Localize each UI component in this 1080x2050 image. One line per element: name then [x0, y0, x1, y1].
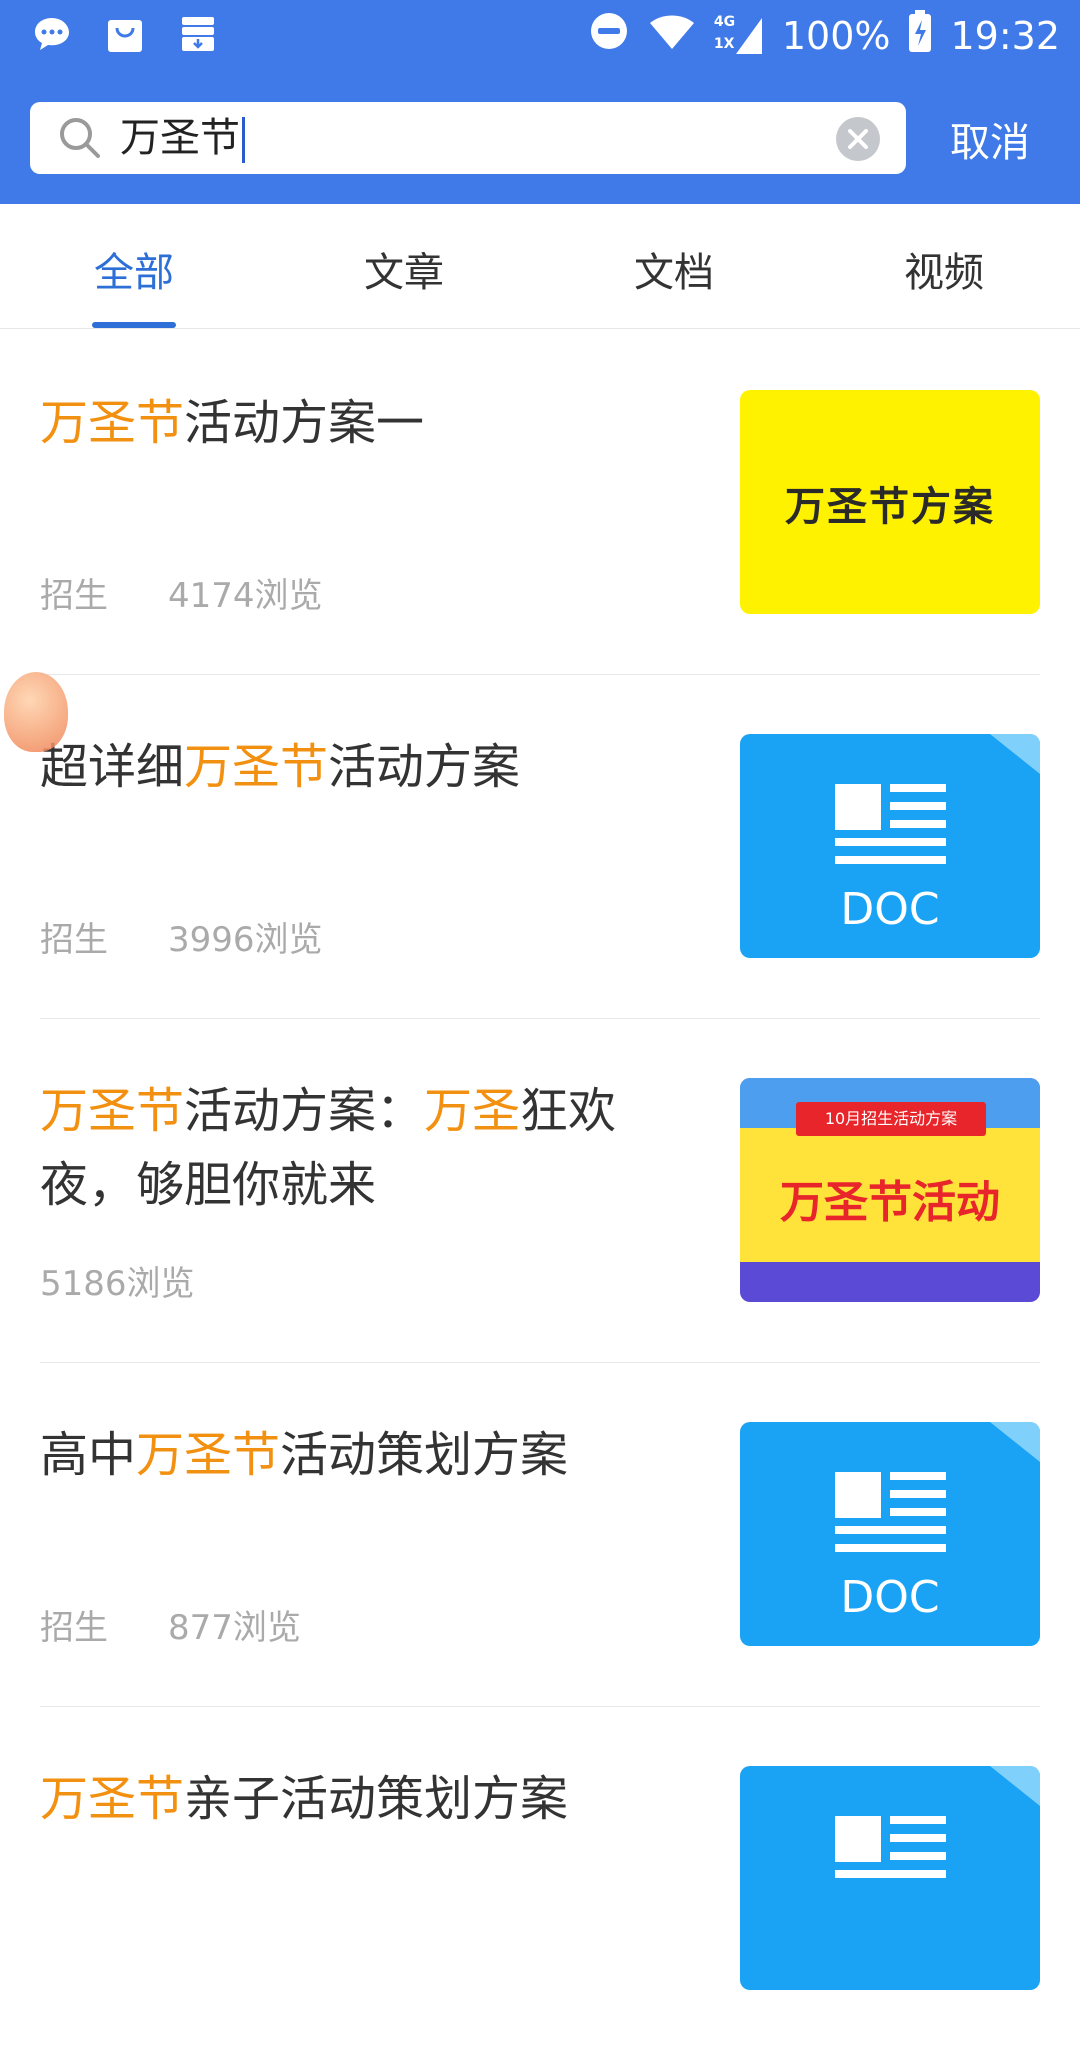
title-highlight: 万圣节 — [40, 1083, 185, 1139]
list-item[interactable]: 高中万圣节活动策划方案 招生 877浏览 DOC — [40, 1362, 1040, 1707]
result-tabs: 全部 文章 文档 视频 — [0, 204, 1080, 329]
shopping-bag-icon — [106, 14, 144, 58]
search-input[interactable]: 万圣节 — [30, 102, 906, 174]
title-text: 活动方案： — [184, 1083, 425, 1139]
doc-file-icon — [740, 1766, 1040, 1990]
search-query[interactable]: 万圣节 — [120, 112, 245, 164]
battery-level: 100% — [781, 13, 891, 58]
status-bar: 4G 1X 100% 19:32 — [0, 0, 1080, 76]
list-item[interactable]: 超详细万圣节活动方案 招生 3996浏览 DOC — [40, 674, 1040, 1019]
text-caret — [242, 117, 245, 163]
tab-videos[interactable]: 视频 — [904, 240, 984, 298]
result-title: 超详细万圣节活动方案 — [40, 730, 690, 804]
floating-lantern-icon — [4, 672, 68, 752]
result-meta: 招生 3996浏览 — [40, 912, 323, 961]
title-highlight: 万圣节 — [40, 1771, 185, 1827]
doc-file-icon: DOC — [740, 734, 1040, 958]
tab-articles[interactable]: 文章 — [364, 240, 444, 298]
banner-title: 万圣节活动 — [780, 1177, 1000, 1228]
title-highlight: 万圣节 — [40, 395, 185, 451]
category-label: 招生 — [40, 1608, 108, 1648]
category-label: 招生 — [40, 920, 108, 960]
doc-file-icon: DOC — [740, 1422, 1040, 1646]
search-icon — [56, 114, 104, 166]
thumbnail-text: 万圣节方案 — [785, 484, 995, 530]
tab-all[interactable]: 全部 — [94, 240, 174, 298]
result-meta: 招生 4174浏览 — [40, 568, 323, 617]
download-icon — [178, 14, 218, 58]
title-text: 活动方案一 — [184, 395, 425, 451]
result-meta: 招生 877浏览 — [40, 1600, 301, 1649]
search-header: 万圣节 取消 — [0, 76, 1080, 204]
battery-icon — [908, 10, 932, 61]
result-thumbnail: 万圣节方案 — [740, 390, 1040, 614]
doc-label: DOC — [840, 884, 940, 935]
banner-ribbon: 10月招生活动方案 — [796, 1102, 986, 1136]
doc-label: DOC — [840, 1572, 940, 1623]
signal-icon: 4G 1X — [714, 14, 764, 58]
clear-icon[interactable] — [836, 117, 880, 161]
result-meta: 5186浏览 — [40, 1256, 195, 1305]
title-highlight: 万圣 — [424, 1083, 521, 1139]
active-tab-indicator — [92, 322, 176, 328]
view-count: 5186浏览 — [40, 1264, 195, 1304]
title-text: 亲子活动策划方案 — [184, 1771, 569, 1827]
list-item[interactable]: 万圣节活动方案一 招生 4174浏览 万圣节方案 — [40, 330, 1040, 675]
list-item[interactable]: 万圣节活动方案：万圣狂欢夜，够胆你就来 5186浏览 10月招生活动方案 万圣节… — [40, 1018, 1040, 1363]
notification-icons — [32, 14, 218, 58]
result-title: 高中万圣节活动策划方案 — [40, 1418, 690, 1492]
category-label: 招生 — [40, 576, 108, 616]
message-icon — [32, 14, 72, 58]
cancel-button[interactable]: 取消 — [950, 110, 1030, 168]
wifi-icon — [648, 11, 696, 60]
title-text: 高中 — [40, 1427, 137, 1483]
list-item[interactable]: 万圣节亲子活动策划方案 — [40, 1706, 1040, 2050]
clock: 19:32 — [950, 13, 1060, 58]
title-highlight: 万圣节 — [136, 1427, 281, 1483]
title-text: 活动策划方案 — [280, 1427, 569, 1483]
network-type: 4G — [713, 13, 736, 30]
dnd-icon — [588, 10, 630, 61]
result-title: 万圣节亲子活动策划方案 — [40, 1762, 690, 1836]
result-thumbnail: 10月招生活动方案 万圣节活动 — [740, 1078, 1040, 1302]
title-highlight: 万圣节 — [184, 739, 329, 795]
tab-documents[interactable]: 文档 — [634, 240, 714, 298]
result-title: 万圣节活动方案：万圣狂欢夜，够胆你就来 — [40, 1074, 690, 1222]
result-title: 万圣节活动方案一 — [40, 386, 690, 460]
view-count: 877浏览 — [168, 1608, 301, 1648]
system-status: 4G 1X 100% 19:32 — [588, 10, 1060, 61]
title-text: 超详细 — [40, 739, 185, 795]
sim-type: 1X — [713, 35, 735, 52]
view-count: 3996浏览 — [168, 920, 323, 960]
title-text: 活动方案 — [328, 739, 521, 795]
view-count: 4174浏览 — [168, 576, 323, 616]
